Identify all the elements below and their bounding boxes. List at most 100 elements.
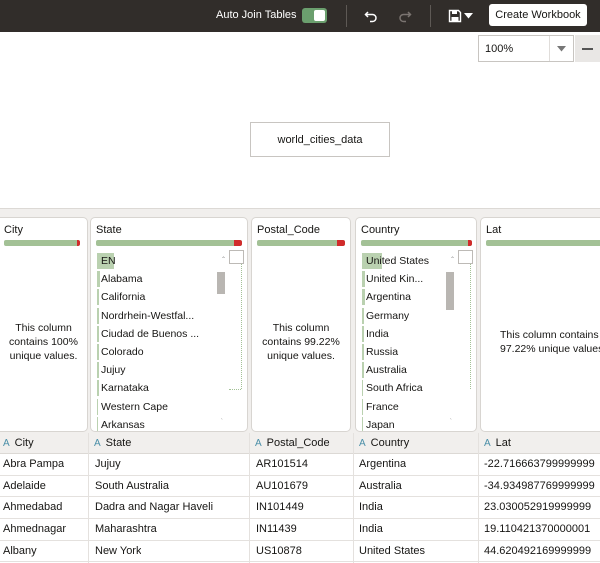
table-cell[interactable]: Adelaide [3, 476, 46, 497]
table-cell[interactable]: -22.716663799999999 [484, 454, 595, 475]
column-header-state[interactable]: A State [94, 433, 131, 454]
value-label: Arkansas [101, 418, 145, 431]
value-list-item[interactable]: Western Cape [97, 398, 199, 416]
value-list-item[interactable]: Russia [362, 343, 429, 361]
table-cell[interactable]: 19.110421370000001 [484, 519, 590, 540]
table-cell[interactable]: Australia [359, 476, 402, 497]
redo-icon[interactable] [396, 7, 414, 25]
value-list-item[interactable]: United States [362, 252, 429, 270]
distribution-spark [241, 264, 242, 389]
column-header-lat[interactable]: A Lat [484, 433, 511, 454]
table-cell[interactable]: Albany [3, 541, 37, 562]
value-list-item[interactable]: Alabama [97, 270, 199, 288]
table-cell[interactable]: -34.934987769999999 [484, 476, 595, 497]
table-cell[interactable]: IN101449 [256, 497, 304, 518]
value-list-item[interactable]: Jujuy [97, 361, 199, 379]
frequency-bar [97, 343, 99, 360]
table-cell[interactable]: 23.030052919999999 [484, 497, 591, 518]
zoom-out-button[interactable] [575, 35, 600, 62]
value-list-item[interactable]: California [97, 288, 199, 306]
toolbar-divider [346, 5, 347, 27]
table-row[interactable]: Abra Pampa Jujuy AR101514 Argentina -22.7166… [0, 454, 600, 476]
text-type-icon: A [94, 438, 101, 449]
table-cell[interactable]: AR101514 [256, 454, 308, 475]
table-cell[interactable]: United States [359, 541, 425, 562]
scroll-tick: ˎ [221, 414, 223, 420]
create-workbook-button[interactable]: Create Workbook [489, 4, 587, 26]
frequency-bar [362, 307, 364, 324]
minus-icon [582, 47, 593, 50]
value-list-item[interactable]: Nordrhein-Westfal... [97, 307, 199, 325]
table-cell[interactable]: India [359, 519, 383, 540]
value-list-item[interactable]: Arkansas [97, 416, 199, 431]
table-cell[interactable]: AU101679 [256, 476, 308, 497]
table-cell[interactable]: IN11439 [256, 519, 297, 540]
value-label: South Africa [366, 382, 423, 395]
value-list-item[interactable]: India [362, 325, 429, 343]
distribution-thumbnail[interactable] [458, 250, 473, 264]
profile-card-title: Postal_Code [257, 224, 320, 236]
table-cell[interactable]: South Australia [95, 476, 169, 497]
value-list-item[interactable]: South Africa [362, 379, 429, 397]
save-menu-chevron-icon[interactable] [462, 7, 474, 25]
distribution-spark [470, 264, 471, 389]
value-list-item[interactable]: France [362, 398, 429, 416]
profile-card-title: State [96, 224, 122, 236]
frequency-bar [97, 416, 98, 431]
table-node[interactable]: world_cities_data [250, 122, 390, 157]
value-list-item[interactable]: Australia [362, 361, 429, 379]
unique-values-text: This column contains 100% unique values. [9, 322, 78, 362]
value-list-item[interactable]: EN [97, 252, 199, 270]
table-cell[interactable]: New York [95, 541, 141, 562]
chevron-down-icon[interactable] [549, 36, 573, 61]
table-cell[interactable]: Ahmedabad [3, 497, 62, 518]
value-list-item[interactable]: Argentina [362, 288, 429, 306]
value-label: Nordrhein-Westfal... [101, 309, 195, 322]
value-list-item[interactable]: United Kin... [362, 270, 429, 288]
table-cell[interactable]: India [359, 497, 383, 518]
zoom-value: 100% [485, 43, 514, 55]
list-scrollbar[interactable] [217, 272, 225, 294]
table-cell[interactable]: US10878 [256, 541, 302, 562]
table-row[interactable]: Ahmednagar Maharashtra IN11439 India 19.1104… [0, 519, 600, 541]
grid-header: A City A State A Postal_Code A Country A Lat [0, 433, 600, 454]
profile-card-state[interactable]: State EN Alabama California Nordrhein-Westf… [91, 218, 247, 431]
value-list-item[interactable]: Karnataka [97, 379, 199, 397]
list-scrollbar[interactable] [446, 272, 454, 310]
value-list-item[interactable]: Colorado [97, 343, 199, 361]
profile-card-country[interactable]: Country United States United Kin... Argent… [356, 218, 476, 431]
table-row[interactable]: Adelaide South Australia AU101679 Australia… [0, 476, 600, 498]
frequency-bar [97, 380, 99, 397]
table-cell[interactable]: Abra Pampa [3, 454, 64, 475]
table-cell[interactable]: Jujuy [95, 454, 121, 475]
value-list-item[interactable]: Ciudad de Buenos ... [97, 325, 199, 343]
auto-join-toggle[interactable] [302, 8, 327, 23]
column-header-postal-code[interactable]: A Postal_Code [255, 433, 330, 454]
table-row[interactable]: Albany New York US10878 United States 44.620… [0, 541, 600, 563]
frequency-bar [97, 362, 99, 379]
profile-card-city[interactable]: City This column contains 100% unique va… [0, 218, 87, 431]
profile-card-postal-code[interactable]: Postal_Code This column contains 99.22% … [252, 218, 350, 431]
table-cell[interactable]: Argentina [359, 454, 406, 475]
table-cell[interactable]: Ahmednagar [3, 519, 66, 540]
value-label: California [101, 291, 146, 304]
value-label: Alabama [101, 273, 143, 286]
profile-card-title: Lat [486, 224, 502, 236]
table-cell[interactable]: Dadra and Nagar Haveli [95, 497, 213, 518]
column-header-city[interactable]: A City [3, 433, 34, 454]
frequency-bar [362, 398, 363, 415]
distribution-thumbnail[interactable] [229, 250, 244, 264]
value-list-item[interactable]: Germany [362, 307, 429, 325]
table-row[interactable]: Ahmedabad Dadra and Nagar Haveli IN101449 I… [0, 497, 600, 520]
undo-icon[interactable] [362, 7, 380, 25]
value-list-item[interactable]: Japan [362, 416, 429, 431]
frequency-bar [362, 289, 365, 306]
column-header-country[interactable]: A Country [359, 433, 409, 454]
toolbar-divider [430, 5, 431, 27]
profile-card-lat[interactable]: Lat This column contains 97.22% unique v… [481, 218, 600, 431]
table-cell[interactable]: Maharashtra [95, 519, 157, 540]
zoom-select[interactable]: 100% [478, 35, 574, 62]
text-type-icon: A [484, 438, 491, 449]
value-label: Colorado [101, 345, 144, 358]
table-cell[interactable]: 44.620492169999999 [484, 541, 591, 562]
